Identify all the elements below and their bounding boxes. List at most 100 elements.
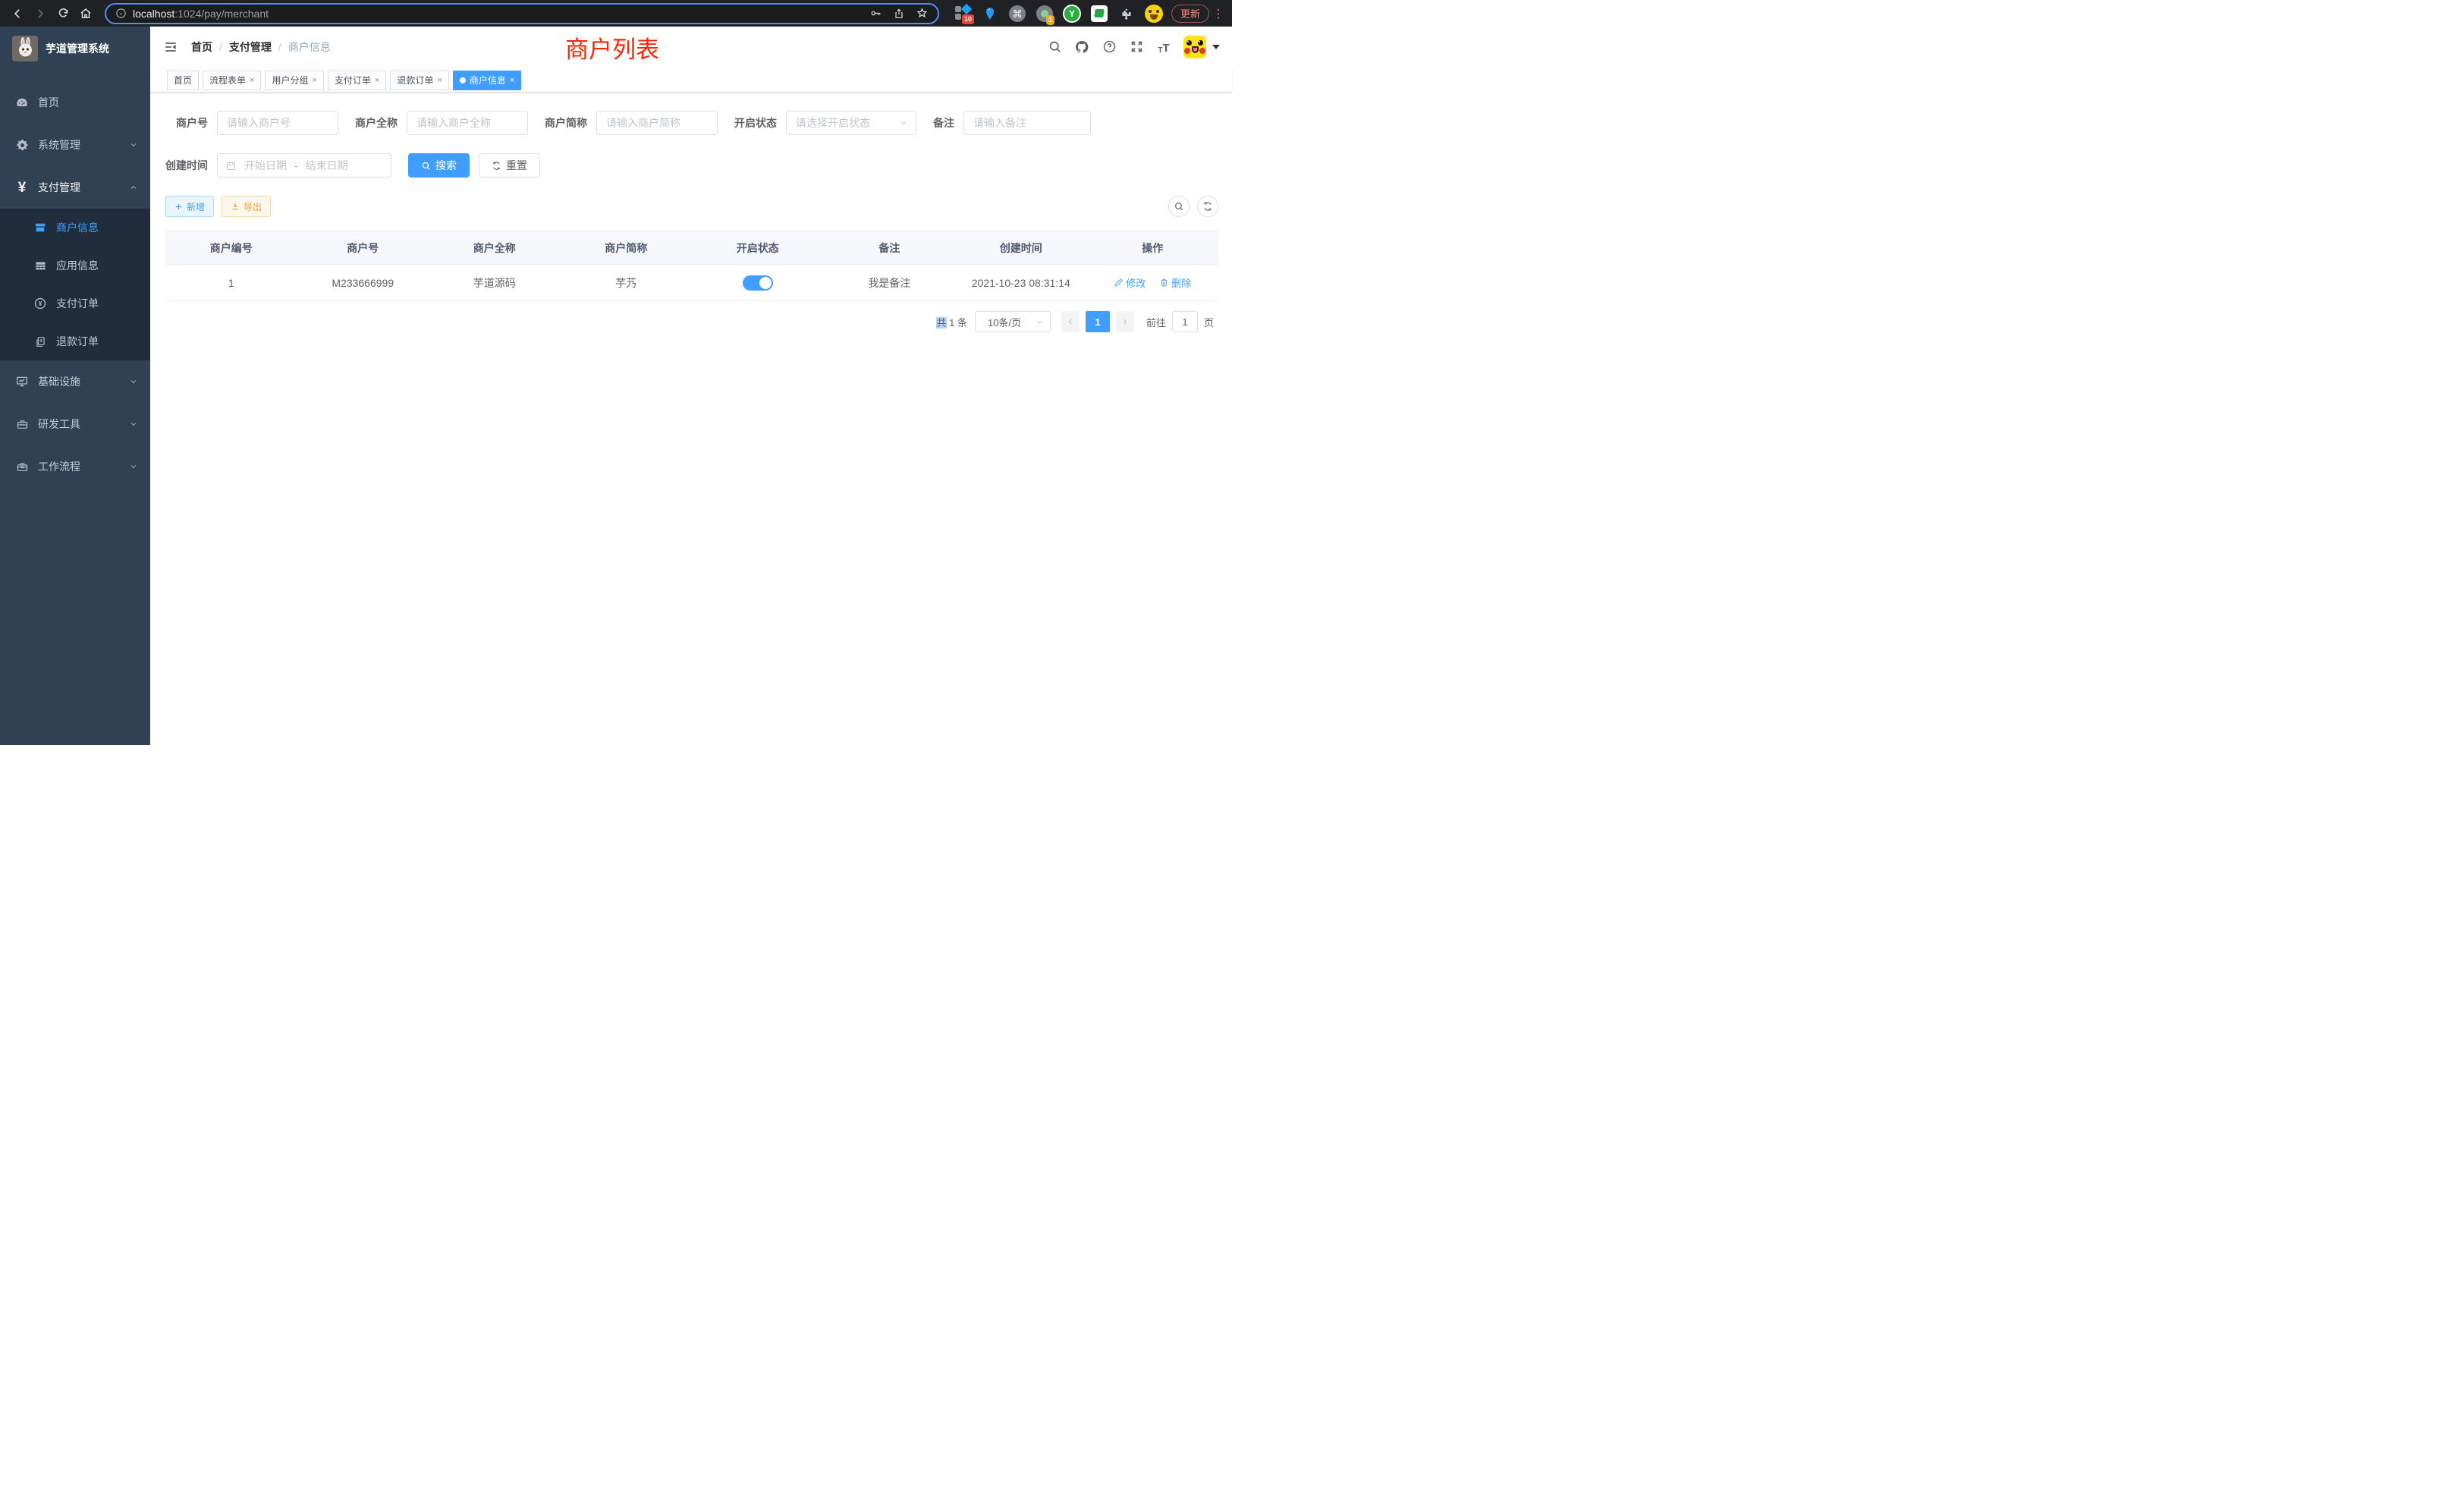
help-icon[interactable] — [1102, 39, 1117, 55]
trash-icon — [1159, 278, 1169, 288]
col-create-time: 创建时间 — [955, 231, 1087, 265]
url-text: localhost:1024/pay/merchant — [133, 8, 269, 20]
header-search-button[interactable] — [1047, 39, 1062, 55]
add-button[interactable]: 新增 — [165, 196, 214, 217]
close-icon[interactable]: × — [510, 76, 514, 85]
sidebar-item-refund-order[interactable]: 退款订单 — [0, 322, 150, 360]
full-name-input[interactable] — [407, 111, 528, 135]
filter-create-time: 创建时间 开始日期 - 结束日期 — [165, 153, 391, 178]
filter-label: 商户号 — [165, 115, 217, 130]
extension-pin-icon[interactable] — [980, 4, 1000, 24]
close-icon[interactable]: × — [312, 76, 316, 85]
remark-input[interactable] — [963, 111, 1091, 135]
sidebar-item-dev-tools[interactable]: 研发工具 — [0, 403, 150, 445]
tab-refund-order[interactable]: 退款订单× — [390, 71, 448, 90]
short-name-input[interactable] — [596, 111, 718, 135]
refresh-table-button[interactable] — [1197, 196, 1218, 217]
prev-page-button[interactable] — [1061, 311, 1080, 332]
share-icon[interactable] — [893, 8, 905, 20]
breadcrumb-home[interactable]: 首页 — [191, 39, 212, 55]
sidebar-item-app-info[interactable]: 应用信息 — [0, 247, 150, 284]
calendar-icon — [225, 160, 237, 171]
github-icon[interactable] — [1074, 39, 1089, 55]
tab-merchant-info[interactable]: 商户信息 × — [453, 71, 521, 90]
goto-page-input[interactable] — [1172, 311, 1198, 332]
pagination-goto: 前往 页 — [1146, 311, 1214, 332]
edit-link[interactable]: 修改 — [1114, 275, 1146, 290]
next-page-button[interactable] — [1116, 311, 1134, 332]
tab-label: 首页 — [174, 74, 192, 86]
fullscreen-icon[interactable] — [1129, 39, 1144, 55]
browser-update-button[interactable]: 更新 — [1171, 5, 1209, 23]
browser-menu-button[interactable]: ⋮ — [1212, 7, 1224, 20]
gauge-icon — [15, 96, 29, 109]
plus-icon — [174, 203, 183, 211]
search-button[interactable]: 搜索 — [408, 153, 470, 178]
pagination-total: 共 1 条 — [936, 315, 966, 329]
status-select[interactable]: 请选择开启状态 — [786, 111, 916, 135]
tab-label: 商户信息 — [470, 74, 506, 86]
close-icon[interactable]: × — [250, 76, 254, 85]
page-size-select[interactable]: 10条/页 — [975, 311, 1051, 332]
info-icon — [115, 8, 127, 19]
col-merchant-id: 商户编号 — [165, 231, 297, 265]
browser-back-button[interactable] — [8, 4, 27, 24]
close-icon[interactable]: × — [375, 76, 379, 85]
chevron-left-icon — [1066, 317, 1075, 326]
delete-label: 删除 — [1171, 275, 1191, 290]
sidebar-item-merchant-info[interactable]: 商户信息 — [0, 209, 150, 247]
export-button[interactable]: 导出 — [222, 196, 271, 217]
extension-y-icon[interactable]: Y — [1062, 4, 1082, 24]
extension-chat-icon[interactable] — [1089, 4, 1109, 24]
sidebar-item-home[interactable]: 首页 — [0, 81, 150, 124]
delete-link[interactable]: 删除 — [1159, 275, 1191, 290]
sidebar-item-pay-order[interactable]: ¥ 支付订单 — [0, 284, 150, 322]
rabbit-icon — [12, 36, 38, 61]
cell-merchant-id: 1 — [165, 265, 297, 301]
browser-chrome: localhost:1024/pay/merchant 10 1 Y — [0, 0, 1232, 27]
browser-forward-button[interactable] — [30, 4, 50, 24]
grid-square-icon — [955, 14, 961, 20]
chat-bubble-icon — [1094, 9, 1105, 17]
table-header-row: 商户编号 商户号 商户全称 商户简称 开启状态 备注 创建时间 操作 — [165, 231, 1218, 265]
balloon-icon — [982, 6, 998, 21]
sidebar-item-workflow[interactable]: 工作流程 — [0, 445, 150, 488]
add-button-label: 新增 — [187, 200, 205, 213]
reset-button[interactable]: 重置 — [479, 153, 540, 178]
page-number-1[interactable]: 1 — [1086, 311, 1110, 332]
status-select-placeholder: 请选择开启状态 — [796, 115, 870, 130]
status-toggle-on[interactable] — [743, 275, 773, 291]
app-logo-row[interactable]: 芋道管理系统 — [0, 27, 150, 71]
tab-home[interactable]: 首页 — [167, 71, 199, 90]
bookmark-star-icon[interactable] — [916, 7, 929, 20]
password-key-icon[interactable] — [869, 7, 882, 20]
browser-reload-button[interactable] — [53, 4, 73, 24]
tab-user-group[interactable]: 用户分组× — [265, 71, 323, 90]
extension-command-icon[interactable] — [1007, 4, 1027, 24]
extension-grid-icon[interactable]: 10 — [953, 4, 973, 24]
home-icon — [79, 7, 93, 20]
breadcrumb-pay[interactable]: 支付管理 — [229, 39, 272, 55]
tab-process-form[interactable]: 流程表单× — [203, 71, 261, 90]
date-range-picker[interactable]: 开始日期 - 结束日期 — [217, 153, 391, 178]
toggle-search-button[interactable] — [1168, 196, 1190, 217]
merchant-no-input[interactable] — [217, 111, 338, 135]
filter-merchant-no: 商户号 — [165, 111, 338, 135]
sidebar-item-system[interactable]: 系统管理 — [0, 124, 150, 166]
user-menu[interactable] — [1183, 36, 1220, 58]
sidebar-item-infra[interactable]: 基础设施 — [0, 360, 150, 403]
gear-icon — [15, 138, 29, 152]
browser-home-button[interactable] — [76, 4, 96, 24]
extensions-puzzle-icon[interactable] — [1117, 4, 1136, 24]
extension-circle-icon[interactable]: 1 — [1035, 4, 1054, 24]
close-icon[interactable]: × — [437, 76, 442, 85]
download-icon — [231, 202, 240, 211]
sidebar-item-pay[interactable]: ¥ 支付管理 — [0, 166, 150, 209]
page-unit-label: 页 — [1204, 315, 1214, 329]
menu-fold-button[interactable] — [162, 39, 179, 55]
address-bar[interactable]: localhost:1024/pay/merchant — [105, 3, 939, 24]
font-size-icon[interactable]: TT — [1156, 39, 1171, 55]
extension-emoji-icon[interactable] — [1144, 4, 1164, 24]
filter-remark: 备注 — [933, 111, 1091, 135]
tab-pay-order[interactable]: 支付订单× — [328, 71, 386, 90]
